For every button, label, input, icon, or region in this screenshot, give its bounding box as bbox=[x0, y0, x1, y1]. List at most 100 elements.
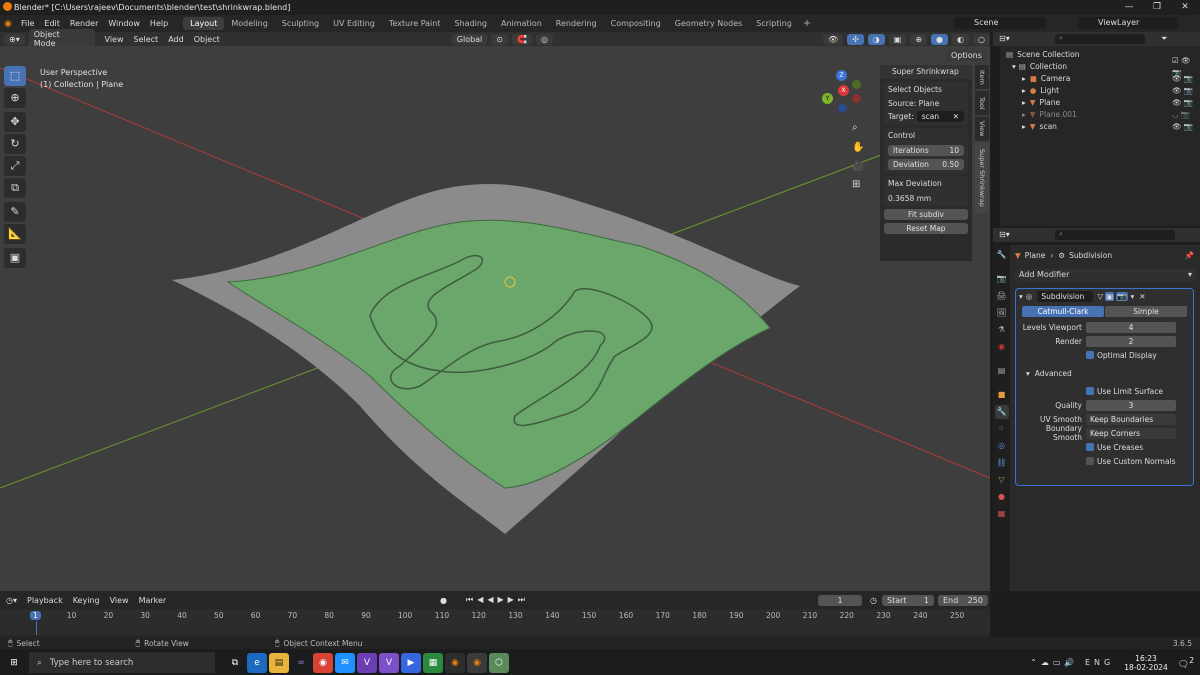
collection-props-icon[interactable]: ▤ bbox=[995, 364, 1009, 378]
start-field[interactable]: Start 1 bbox=[882, 594, 934, 606]
boundary-smooth-dropdown[interactable]: Keep Corners bbox=[1086, 427, 1176, 439]
eye-icon[interactable]: 👁 📷 bbox=[1172, 97, 1193, 109]
current-frame-field[interactable]: 1 bbox=[818, 594, 862, 606]
outliner-item-plane001[interactable]: ▸ ▼ Plane.001 ◡ 📷 bbox=[1000, 109, 1200, 121]
mail-icon[interactable]: ✉ bbox=[335, 652, 355, 673]
chrome-icon[interactable]: ◉ bbox=[313, 652, 333, 673]
pivot-icon[interactable]: ⊙ bbox=[491, 33, 508, 45]
output-props-icon[interactable]: 🖨 bbox=[995, 289, 1009, 303]
constraints-props-icon[interactable]: ⛓ bbox=[995, 456, 1009, 470]
eye-hidden-icon[interactable]: ◡ 📷 bbox=[1172, 109, 1190, 121]
pin-icon[interactable]: 📌 bbox=[1185, 251, 1194, 260]
gizmo-y-axis[interactable]: Y bbox=[822, 93, 833, 104]
modifier-props-icon[interactable]: 🔧 bbox=[994, 405, 1009, 419]
gizmo-z-axis[interactable]: Z bbox=[836, 70, 847, 81]
expand-icon[interactable]: ▸ bbox=[1022, 121, 1026, 133]
render-levels-field[interactable]: 2 bbox=[1086, 335, 1176, 347]
zoom-icon[interactable]: ⌕ bbox=[852, 122, 858, 133]
tab-sculpting[interactable]: Sculpting bbox=[275, 17, 326, 30]
editor-type-icon[interactable]: ◷▾ bbox=[6, 596, 17, 605]
use-creases-checkbox[interactable] bbox=[1086, 443, 1094, 451]
windows-start-icon[interactable]: ⊞ bbox=[4, 653, 24, 673]
expand-icon[interactable]: ▸ bbox=[1022, 109, 1026, 121]
physics-props-icon[interactable]: ◎ bbox=[995, 439, 1009, 453]
clock-icon[interactable]: ◷ bbox=[870, 596, 877, 605]
outliner-item-light[interactable]: ▸ ● Light 👁 📷 bbox=[1000, 85, 1200, 97]
proportional-edit-icon[interactable]: ◎ bbox=[535, 33, 553, 45]
limit-surface-checkbox[interactable] bbox=[1086, 387, 1094, 395]
timeline-menu-marker[interactable]: Marker bbox=[139, 596, 167, 605]
maximize-icon[interactable]: ❐ bbox=[1144, 0, 1170, 14]
cursor-icon[interactable]: ⊕ bbox=[4, 88, 26, 108]
viewport-menu-object[interactable]: Object bbox=[194, 35, 220, 44]
render-toggle-icon[interactable]: 📷 bbox=[1116, 291, 1128, 301]
snap-icon[interactable]: 🧲 bbox=[511, 33, 532, 45]
tab-scripting[interactable]: Scripting bbox=[749, 17, 799, 30]
fit-subdiv-button[interactable]: Fit subdiv bbox=[884, 209, 968, 220]
data-props-icon[interactable]: ▽ bbox=[995, 473, 1009, 487]
eye-icon[interactable]: 👁 📷 bbox=[1172, 121, 1193, 133]
gizmo-neg-z[interactable] bbox=[838, 104, 847, 113]
navigation-gizmo[interactable]: Z Y X bbox=[822, 70, 862, 113]
taskbar-search[interactable]: ⌕ Type here to search bbox=[29, 652, 215, 673]
file-explorer-icon[interactable]: ▤ bbox=[269, 652, 289, 673]
expand-icon[interactable]: ▸ bbox=[1022, 97, 1026, 109]
tab-view[interactable]: View bbox=[975, 117, 989, 141]
deviation-field[interactable]: Deviation 0.50 bbox=[888, 159, 964, 170]
tab-item[interactable]: Item bbox=[975, 65, 989, 89]
add-modifier-button[interactable]: Add Modifier ▾ bbox=[1015, 269, 1196, 281]
custom-normals-checkbox[interactable] bbox=[1086, 457, 1094, 465]
scene-collection-row[interactable]: ▤ Scene Collection bbox=[1000, 49, 1200, 61]
modifier-menu-icon[interactable]: ▾ bbox=[1131, 292, 1135, 301]
visual-studio-2-icon[interactable]: V bbox=[379, 652, 399, 673]
eye-icon[interactable]: 👁 📷 bbox=[1172, 73, 1193, 85]
clock[interactable]: 16:23 18-02-2024 bbox=[1124, 654, 1168, 672]
outliner-item-plane[interactable]: ▸ ▼ Plane 👁 📷 bbox=[1000, 97, 1200, 109]
view-layer-selector[interactable]: ViewLayer bbox=[1078, 17, 1178, 29]
simple-button[interactable]: Simple bbox=[1105, 306, 1187, 317]
collection-expand-icon[interactable]: ▾ bbox=[1012, 61, 1016, 73]
expand-icon[interactable]: ▸ bbox=[1022, 85, 1026, 97]
tab-modeling[interactable]: Modeling bbox=[224, 17, 274, 30]
optimal-display-checkbox[interactable] bbox=[1086, 351, 1094, 359]
remove-modifier-icon[interactable]: ✕ bbox=[1139, 292, 1145, 301]
reset-map-button[interactable]: Reset Map bbox=[884, 223, 968, 234]
tab-rendering[interactable]: Rendering bbox=[549, 17, 604, 30]
iterations-field[interactable]: Iterations 10 bbox=[888, 145, 964, 156]
edge-icon[interactable]: e bbox=[247, 652, 267, 673]
shading-wireframe-icon[interactable]: ⊕ bbox=[910, 33, 928, 45]
tab-shading[interactable]: Shading bbox=[447, 17, 494, 30]
uv-smooth-dropdown[interactable]: Keep Boundaries bbox=[1086, 413, 1176, 425]
expand-icon[interactable]: ▸ bbox=[1022, 73, 1026, 85]
tray-icons[interactable]: ⌃☁▭🔊 ENG bbox=[1030, 658, 1114, 667]
collection-row[interactable]: ▾ ▤ Collection ☑ 👁 📷 bbox=[1000, 56, 1200, 77]
task-view-icon[interactable]: ⧉ bbox=[225, 653, 245, 673]
viewport-menu-select[interactable]: Select bbox=[134, 35, 159, 44]
tab-super-shrinkwrap[interactable]: Super Shrinkwrap bbox=[975, 143, 989, 213]
blender-taskbar-active-icon[interactable]: ◉ bbox=[467, 652, 487, 673]
3d-viewport[interactable]: User Perspective (1) Collection | Plane … bbox=[0, 46, 990, 591]
scene-selector[interactable]: Scene bbox=[954, 17, 1046, 29]
gizmo-neg-x[interactable] bbox=[852, 94, 861, 103]
texture-props-icon[interactable]: ▦ bbox=[995, 507, 1009, 521]
menu-edit[interactable]: Edit bbox=[39, 19, 65, 28]
tab-texture-paint[interactable]: Texture Paint bbox=[382, 17, 448, 30]
modifier-name-field[interactable]: Subdivision bbox=[1037, 290, 1094, 302]
eye-icon[interactable]: 👁 📷 bbox=[1172, 85, 1193, 97]
blender-menu-icon[interactable]: ◉ bbox=[0, 19, 16, 29]
expand-icon[interactable]: ▾ bbox=[1026, 369, 1030, 378]
measure-icon[interactable]: 📐 bbox=[4, 224, 26, 244]
record-icon[interactable]: ● bbox=[440, 596, 447, 605]
target-field[interactable]: scan ✕ bbox=[916, 111, 964, 122]
shading-material-icon[interactable]: ◐ bbox=[952, 33, 970, 45]
xray-toggle-icon[interactable]: ▣ bbox=[888, 33, 907, 45]
viewport-menu-add[interactable]: Add bbox=[168, 35, 184, 44]
rotate-icon[interactable]: ↻ bbox=[4, 134, 26, 154]
end-field[interactable]: End 250 bbox=[938, 594, 988, 606]
annotate-icon[interactable]: ✎ bbox=[4, 202, 26, 222]
notification-icon[interactable]: 🗨2 bbox=[1178, 656, 1194, 670]
menu-help[interactable]: Help bbox=[145, 19, 173, 28]
outliner-editor-icon[interactable]: ⊟▾ bbox=[999, 34, 1010, 43]
filter-icon[interactable]: ⏷ bbox=[1161, 34, 1167, 44]
scene-props-icon[interactable]: ⚗ bbox=[995, 323, 1009, 337]
